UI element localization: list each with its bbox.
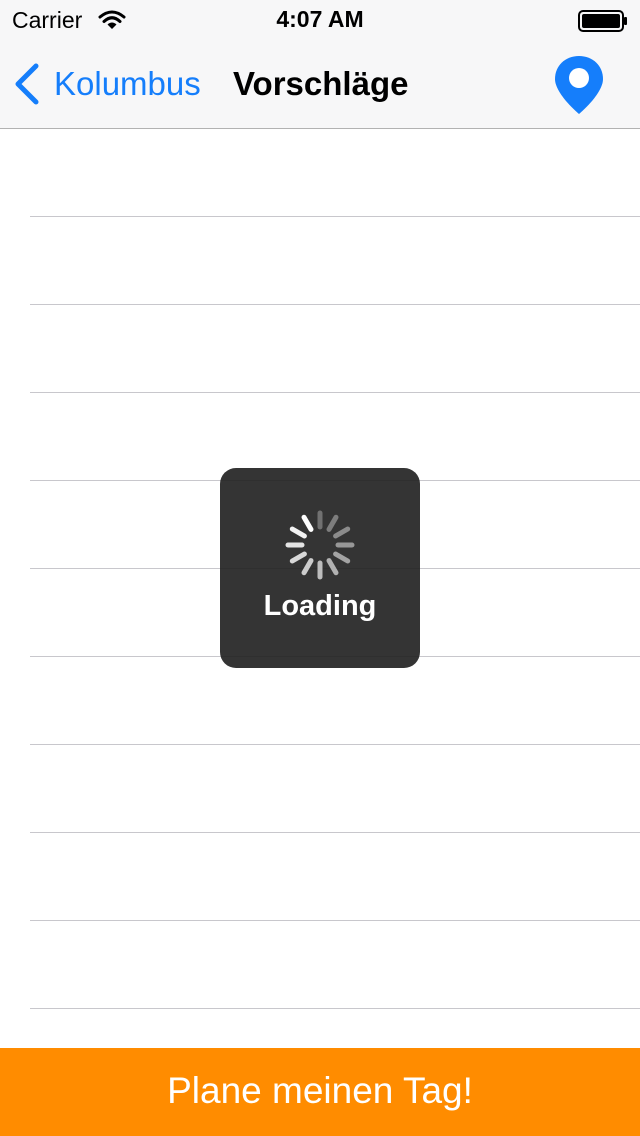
spinner-spoke (289, 551, 307, 564)
location-pin-icon[interactable] (552, 54, 606, 116)
table-row-separator (30, 1008, 640, 1009)
spinner-spoke (301, 514, 314, 532)
spinner-spoke (301, 558, 314, 576)
spinner-spoke (289, 526, 307, 539)
table-row-separator (30, 744, 640, 745)
table-row-separator (30, 920, 640, 921)
navigation-bar: Kolumbus Vorschläge (0, 40, 640, 129)
spinner-spoke (333, 526, 351, 539)
table-row-separator (30, 216, 640, 217)
status-bar: Carrier 4:07 AM (0, 0, 640, 40)
spinner-spoke (333, 551, 351, 564)
table-row-separator (30, 832, 640, 833)
page-title: Vorschläge (233, 65, 409, 102)
back-button-label: Kolumbus (54, 65, 201, 102)
spinner-spoke (326, 514, 339, 532)
loading-label: Loading (263, 590, 377, 622)
screen: Carrier 4:07 AM Kolumbus Vorschläge Load… (0, 0, 640, 1136)
battery-icon (578, 10, 627, 32)
loading-hud: Loading (220, 468, 420, 668)
chevron-left-icon (15, 63, 39, 105)
table-row-separator (30, 392, 640, 393)
status-time: 4:07 AM (276, 6, 364, 32)
spinner-spoke (326, 558, 339, 576)
plan-my-day-button[interactable]: Plane meinen Tag! (0, 1048, 640, 1136)
spinner-icon (285, 510, 355, 580)
table-row-separator (30, 304, 640, 305)
back-button[interactable]: Kolumbus (12, 40, 201, 128)
